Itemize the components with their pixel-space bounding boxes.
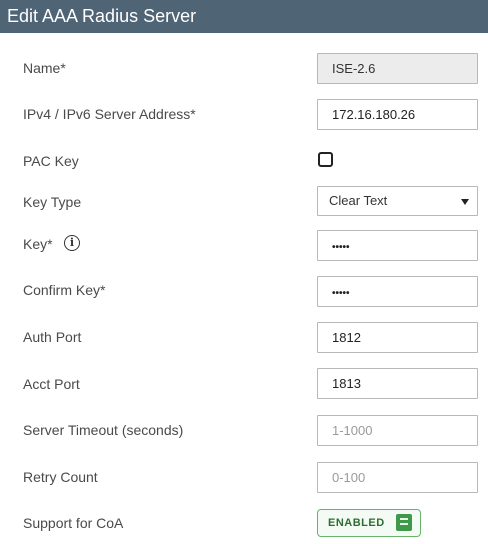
retry-count-label: Retry Count — [23, 469, 98, 485]
info-icon[interactable]: i — [64, 235, 80, 251]
confirm-key-masked-value: ••••• — [332, 288, 350, 299]
key-input[interactable]: ••••• — [317, 230, 478, 261]
server-timeout-input[interactable]: 1-1000 — [317, 415, 478, 446]
acct-port-label: Acct Port — [23, 376, 80, 392]
key-masked-value: ••••• — [332, 242, 350, 253]
key-type-label: Key Type — [23, 194, 82, 210]
server-timeout-label: Server Timeout (seconds) — [23, 422, 184, 438]
confirm-key-input[interactable]: ••••• — [317, 276, 478, 307]
toggle-knob-icon — [396, 514, 412, 531]
key-type-value: Clear Text — [329, 193, 388, 208]
pac-key-checkbox[interactable] — [318, 152, 333, 167]
auth-port-label: Auth Port — [23, 329, 82, 345]
confirm-key-label: Confirm Key* — [23, 282, 106, 298]
server-address-input[interactable]: 172.16.180.26 — [317, 99, 478, 130]
chevron-down-icon — [461, 199, 469, 205]
dialog-title: Edit AAA Radius Server — [0, 0, 488, 33]
key-type-select[interactable]: Clear Text — [317, 186, 478, 216]
support-coa-label: Support for CoA — [23, 515, 124, 531]
auth-port-input[interactable]: 1812 — [317, 322, 478, 353]
name-label: Name* — [23, 60, 66, 76]
toggle-state-text: ENABLED — [328, 517, 385, 529]
acct-port-input[interactable]: 1813 — [317, 368, 478, 399]
support-coa-toggle[interactable]: ENABLED — [317, 509, 421, 537]
pac-key-label: PAC Key — [23, 153, 79, 169]
server-address-label: IPv4 / IPv6 Server Address* — [23, 106, 196, 122]
retry-count-input[interactable]: 0-100 — [317, 462, 478, 493]
key-label: Key* — [23, 236, 53, 252]
name-field: ISE-2.6 — [317, 53, 478, 84]
